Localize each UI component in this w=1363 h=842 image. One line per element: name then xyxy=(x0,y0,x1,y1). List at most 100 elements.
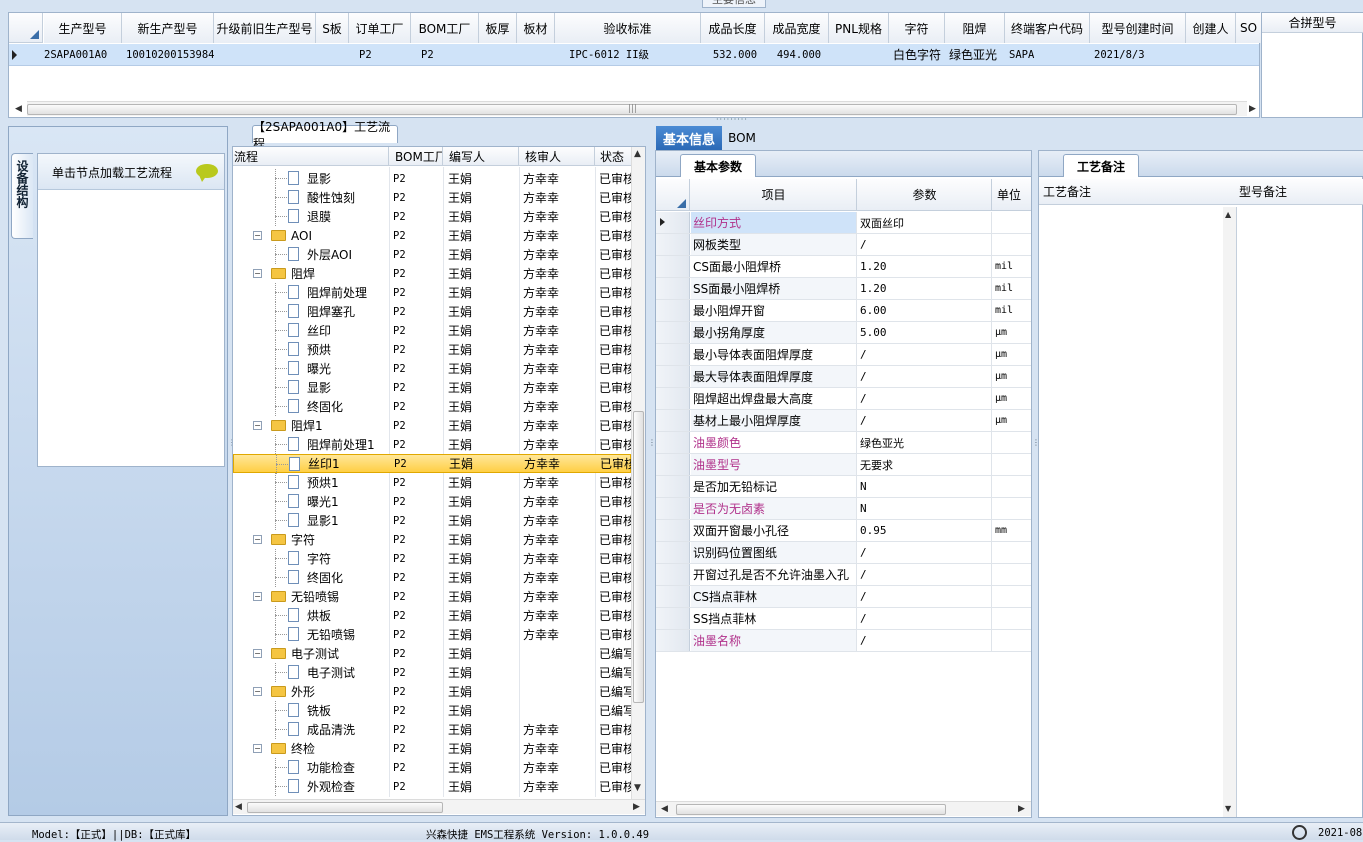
tree-row[interactable]: − 阻焊 P2 王娟 方幸幸 已审核 xyxy=(233,264,631,283)
tree-vscrollbar[interactable]: ▲ ▼ xyxy=(631,147,645,799)
grid-row-selected[interactable]: 2SAPA001A0 10010200153984 P2 P2 IPC-6012 II级… xyxy=(9,44,1259,66)
param-row[interactable]: 丝印方式 双面丝印 xyxy=(656,212,1031,234)
collapse-toggle-icon[interactable]: − xyxy=(253,231,262,240)
tree-row[interactable]: − 电子测试 P2 王娟 已编写 xyxy=(233,644,631,663)
param-row[interactable]: 开窗过孔是否不允许油墨入孔 / xyxy=(656,564,1031,586)
grid-col-14[interactable]: 终端客户代码 xyxy=(1005,13,1090,43)
grid-col-1[interactable]: 新生产型号 xyxy=(122,13,214,43)
grid-cell-10[interactable]: 494.000 xyxy=(765,44,829,65)
collapse-toggle-icon[interactable]: − xyxy=(253,535,262,544)
vertical-tab[interactable]: 设备结构 xyxy=(11,153,33,239)
tree-row[interactable]: 成品清洗 P2 王娟 方幸幸 已审核 xyxy=(233,720,631,739)
grid-col-16[interactable]: 创建人 xyxy=(1186,13,1236,43)
tree-row[interactable]: 显影 P2 王娟 方幸幸 已审核 xyxy=(233,169,631,188)
param-row[interactable]: 阻焊超出焊盘最大高度 / μm xyxy=(656,388,1031,410)
tree-row[interactable]: 酸性蚀刻 P2 王娟 方幸幸 已审核 xyxy=(233,188,631,207)
tree-row[interactable]: − 终检 P2 王娟 方幸幸 已审核 xyxy=(233,739,631,758)
grid-cell-4[interactable]: P2 xyxy=(349,44,411,65)
grid-col-13[interactable]: 阻焊 xyxy=(945,13,1005,43)
tree-row[interactable]: 曝光 P2 王娟 方幸幸 已审核 xyxy=(233,359,631,378)
tree-row[interactable]: − 外形 P2 王娟 已编写 xyxy=(233,682,631,701)
grid-cell-15[interactable]: 2021/8/3 xyxy=(1090,44,1186,65)
tab-bom[interactable]: BOM xyxy=(724,126,760,150)
splitter-handle[interactable]: ········· xyxy=(716,116,752,124)
col-value[interactable]: 参数 xyxy=(858,179,992,210)
param-row[interactable]: 最小拐角厚度 5.00 μm xyxy=(656,322,1031,344)
center-splitter[interactable]: ⋮ xyxy=(648,439,656,520)
grid-col-15[interactable]: 型号创建时间 xyxy=(1090,13,1186,43)
param-value[interactable]: N xyxy=(858,476,992,497)
tree-row[interactable]: 电子测试 P2 王娟 已编写 xyxy=(233,663,631,682)
tree-row[interactable]: − 无铅喷锡 P2 王娟 方幸幸 已审核 xyxy=(233,587,631,606)
param-row[interactable]: 是否加无铅标记 N xyxy=(656,476,1031,498)
grid-cell-3[interactable] xyxy=(316,44,349,65)
param-value[interactable]: / xyxy=(858,542,992,563)
params-corner[interactable] xyxy=(656,179,690,211)
tree-row[interactable]: 丝印 P2 王娟 方幸幸 已审核 xyxy=(233,321,631,340)
tree-row[interactable]: 显影1 P2 王娟 方幸幸 已审核 xyxy=(233,511,631,530)
param-row[interactable]: CS面最小阻焊桥 1.20 mil xyxy=(656,256,1031,278)
param-value[interactable]: 绿色亚光 xyxy=(858,432,992,453)
param-row[interactable]: 网板类型 / xyxy=(656,234,1031,256)
tree-row[interactable]: 无铅喷锡 P2 王娟 方幸幸 已审核 xyxy=(233,625,631,644)
grid-col-0[interactable]: 生产型号 xyxy=(44,13,122,43)
tree-row[interactable]: 显影 P2 王娟 方幸幸 已审核 xyxy=(233,378,631,397)
grid-hscrollbar[interactable]: ◀ ||| ▶ xyxy=(15,101,1256,116)
tree-row[interactable]: 丝印1 P2 王娟 方幸幸 已审核 xyxy=(233,454,631,474)
param-row[interactable]: 最小导体表面阻焊厚度 / μm xyxy=(656,344,1031,366)
grid-col-11[interactable]: PNL规格 xyxy=(829,13,889,43)
tree-row[interactable]: − 阻焊1 P2 王娟 方幸幸 已审核 xyxy=(233,416,631,435)
tree-row[interactable]: 退膜 P2 王娟 方幸幸 已审核 xyxy=(233,207,631,226)
tree-row[interactable]: 阻焊前处理1 P2 王娟 方幸幸 已审核 xyxy=(233,435,631,454)
scroll-left-icon[interactable]: ◀ xyxy=(235,800,242,815)
process-title-tab[interactable]: 【2SAPA001A0】工艺流程 xyxy=(252,120,398,151)
param-value[interactable]: 1.20 xyxy=(858,256,992,277)
scroll-right-icon[interactable]: ▶ xyxy=(1249,102,1256,117)
col-process-remark[interactable]: 工艺备注 xyxy=(1043,179,1233,204)
scroll-up-icon[interactable]: ▲ xyxy=(634,147,641,162)
tree-row[interactable]: − 字符 P2 王娟 方幸幸 已审核 xyxy=(233,530,631,549)
tree-row[interactable]: 阻焊塞孔 P2 王娟 方幸幸 已审核 xyxy=(233,302,631,321)
param-value[interactable]: / xyxy=(858,630,992,651)
param-row[interactable]: SS面最小阻焊桥 1.20 mil xyxy=(656,278,1031,300)
param-value[interactable]: / xyxy=(858,586,992,607)
grid-cell-12[interactable]: 白色字符 xyxy=(889,44,945,65)
grid-col-17[interactable]: SO xyxy=(1236,13,1262,43)
collapse-toggle-icon[interactable]: − xyxy=(253,649,262,658)
grid-col-2[interactable]: 升级前旧生产型号 xyxy=(214,13,316,43)
params-hscrollbar[interactable]: ◀ ▶ xyxy=(656,801,1031,816)
col-unit[interactable]: 单位 xyxy=(993,179,1031,210)
tree-row[interactable]: − AOI P2 王娟 方幸幸 已审核 xyxy=(233,226,631,245)
tree-row[interactable]: 字符 P2 王娟 方幸幸 已审核 xyxy=(233,549,631,568)
col-flow[interactable]: 流程 xyxy=(234,147,389,165)
grid-corner[interactable] xyxy=(9,13,43,43)
grid-col-8[interactable]: 验收标准 xyxy=(555,13,701,43)
grid-cell-16[interactable] xyxy=(1186,44,1236,65)
grid-cell-13[interactable]: 绿色亚光 xyxy=(945,44,1005,65)
param-row[interactable]: 双面开窗最小孔径 0.95 mm xyxy=(656,520,1031,542)
collapse-toggle-icon[interactable]: − xyxy=(253,592,262,601)
param-row[interactable]: SS挡点菲林 / xyxy=(656,608,1031,630)
param-value[interactable]: N xyxy=(858,498,992,519)
col-item[interactable]: 项目 xyxy=(691,179,857,210)
grid-cell-6[interactable] xyxy=(479,44,517,65)
tree-hscrollbar[interactable]: ◀ ▶ xyxy=(233,799,645,814)
param-value[interactable]: / xyxy=(858,608,992,629)
param-row[interactable]: 油墨名称 / xyxy=(656,630,1031,652)
grid-col-9[interactable]: 成品长度 xyxy=(701,13,765,43)
grid-cell-2[interactable] xyxy=(214,44,316,65)
scroll-down-icon[interactable]: ▼ xyxy=(1225,801,1231,816)
param-value[interactable]: 1.20 xyxy=(858,278,992,299)
grid-col-4[interactable]: 订单工厂 xyxy=(349,13,411,43)
tree-row[interactable]: 铣板 P2 王娟 已编写 xyxy=(233,701,631,720)
right-splitter[interactable]: ⋮ xyxy=(1032,439,1040,520)
grid-cell-0[interactable]: 2SAPA001A0 xyxy=(44,44,122,65)
tree-row[interactable]: 曝光1 P2 王娟 方幸幸 已审核 xyxy=(233,492,631,511)
scroll-left-icon[interactable]: ◀ xyxy=(661,802,668,817)
col-status[interactable]: 状态 xyxy=(596,147,634,165)
grid-cell-8[interactable]: IPC-6012 II级 xyxy=(555,44,701,65)
collapse-toggle-icon[interactable]: − xyxy=(253,744,262,753)
tree-row[interactable]: 外观检查 P2 王娟 方幸幸 已审核 xyxy=(233,777,631,796)
param-value[interactable]: / xyxy=(858,234,992,255)
param-row[interactable]: 基材上最小阻焊厚度 / μm xyxy=(656,410,1031,432)
